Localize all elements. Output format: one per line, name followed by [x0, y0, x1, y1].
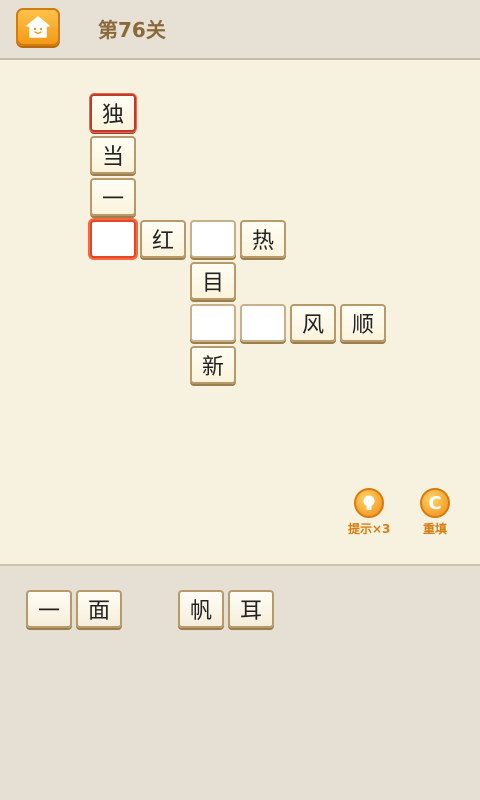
board-cell[interactable]: 顺 — [340, 304, 386, 342]
answer-tile[interactable]: 一 — [26, 590, 72, 628]
board-cell[interactable]: 热 — [240, 220, 286, 258]
top-bar: 第76关 — [0, 0, 480, 60]
home-button[interactable] — [16, 8, 60, 46]
puzzle-board: 独 当 一 红 热 目 风 顺 新 提示×3 C 重填 — [0, 60, 480, 566]
board-cell[interactable]: 红 — [140, 220, 186, 258]
lightbulb-icon — [354, 488, 385, 518]
reset-button[interactable]: C 重填 — [420, 488, 450, 537]
board-cell[interactable]: 新 — [190, 346, 236, 384]
board-cell-empty[interactable] — [240, 304, 286, 342]
level-title: 第76关 — [98, 18, 166, 42]
board-cell[interactable]: 风 — [290, 304, 336, 342]
board-cell-selected[interactable] — [90, 220, 136, 258]
hint-button[interactable]: 提示×3 — [348, 488, 390, 537]
answer-tray: 一 面 帆 耳 — [0, 566, 480, 800]
board-cell[interactable]: 一 — [90, 178, 136, 216]
answer-tile[interactable]: 耳 — [228, 590, 274, 628]
board-cell-empty[interactable] — [190, 220, 236, 258]
board-cell-empty[interactable] — [190, 304, 236, 342]
board-cell[interactable]: 独 — [90, 94, 136, 132]
answer-tile[interactable]: 帆 — [178, 590, 224, 628]
answer-tile[interactable]: 面 — [76, 590, 122, 628]
board-cell[interactable]: 目 — [190, 262, 236, 300]
reset-icon: C — [420, 488, 450, 518]
reset-label: 重填 — [422, 522, 447, 536]
hint-label: 提示×3 — [348, 522, 391, 536]
board-cell[interactable]: 当 — [90, 136, 136, 174]
home-icon — [26, 16, 50, 38]
